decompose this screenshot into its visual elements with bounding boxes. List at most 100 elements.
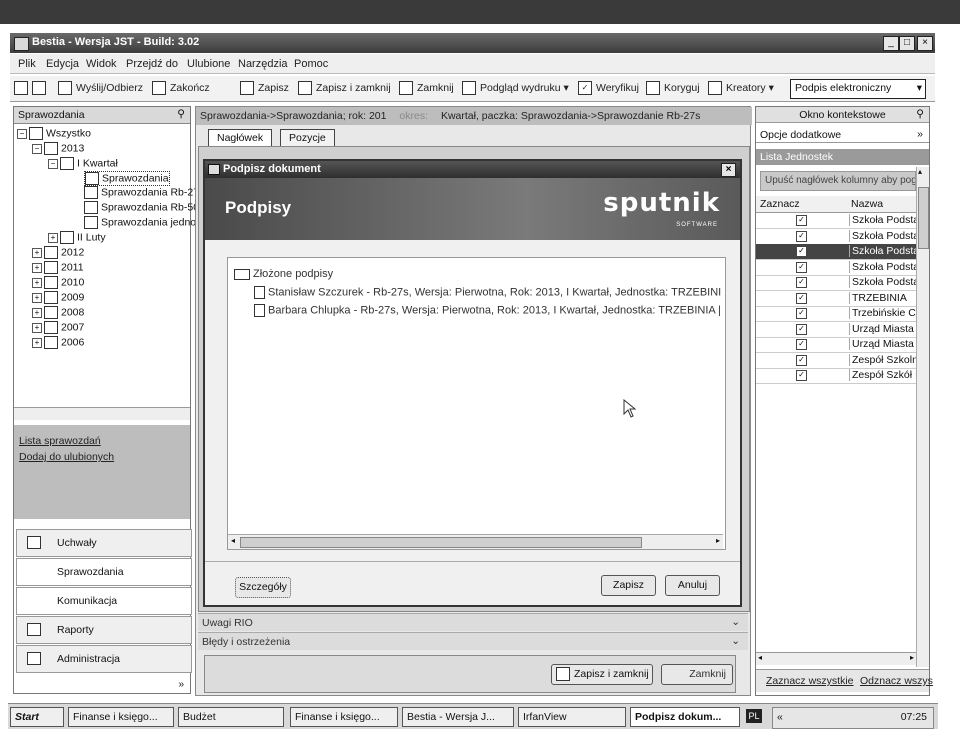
expand-icon[interactable]: + <box>32 337 42 348</box>
unit-row[interactable]: ✓ Zespół Szkół I <box>756 368 916 384</box>
dialog-titlebar[interactable]: Podpisz dokument × <box>205 161 740 178</box>
signature-item[interactable]: Barbara Chlupka - Rb-27s, Wersja: Pierwo… <box>254 304 721 317</box>
dialog-save-button[interactable]: Zapisz <box>601 575 656 596</box>
language-indicator[interactable]: PL <box>746 709 762 723</box>
tree-node-q1[interactable]: − I Kwartał <box>48 157 118 170</box>
menu-view[interactable]: Widok <box>86 58 117 70</box>
scroll-thumb[interactable] <box>918 187 929 249</box>
task-bestia[interactable]: Bestia - Wersja J... <box>402 707 514 727</box>
verify-button[interactable]: ✓ Weryfikuj <box>578 81 639 95</box>
e-signature-dropdown[interactable]: Podpis elektroniczny ▾ <box>790 79 926 99</box>
tree-node-year[interactable]: +2011 <box>32 261 84 274</box>
col-check[interactable]: Zaznacz <box>760 198 800 210</box>
scroll-thumb[interactable] <box>240 537 642 548</box>
expand-icon[interactable]: + <box>48 232 58 243</box>
expand-icon[interactable]: + <box>32 247 42 258</box>
select-all-link[interactable]: Zaznacz wszystkie <box>766 675 854 687</box>
unit-checkbox[interactable]: ✓ <box>796 292 807 304</box>
tray-icons[interactable]: « <box>777 711 785 723</box>
scroll-right-icon[interactable]: ▸ <box>713 536 723 547</box>
task-irfanview[interactable]: IrfanView <box>518 707 626 727</box>
tree-view-icon[interactable] <box>14 81 28 95</box>
tree-node-year[interactable]: +2012 <box>32 246 84 259</box>
minimize-icon[interactable]: _ <box>883 36 899 51</box>
tree-node-rb27[interactable]: Sprawozdania Rb-27 <box>84 186 199 199</box>
task-sign-document[interactable]: Podpisz dokum... <box>630 707 740 727</box>
tree-node-root[interactable]: − Wszystko <box>17 127 91 140</box>
expand-icon[interactable]: + <box>32 277 42 288</box>
dialog-cancel-button[interactable]: Anuluj <box>665 575 720 596</box>
window-titlebar[interactable]: Bestia - Wersja JST - Build: 3.02 _ □ × <box>10 33 935 53</box>
tree-node-jedno[interactable]: Sprawozdania jedno <box>84 216 196 229</box>
save-close-button[interactable]: Zapisz i zamknij <box>298 81 391 95</box>
tab-items[interactable]: Pozycje <box>280 129 335 146</box>
unit-row[interactable]: ✓ Szkoła Podsta <box>756 213 916 229</box>
task-finanse-1[interactable]: Finanse i księgo... <box>68 707 174 727</box>
dialog-close-icon[interactable]: × <box>721 163 736 177</box>
pin-icon[interactable]: ⚲ <box>916 108 924 120</box>
unit-row[interactable]: ✓ Urząd Miasta <box>756 322 916 338</box>
expand-icon[interactable]: + <box>32 292 42 303</box>
menu-tools[interactable]: Narzędzia <box>238 58 288 70</box>
close-button[interactable]: Zamknij <box>399 81 454 95</box>
deselect-all-link[interactable]: Odznacz wszys <box>860 675 933 687</box>
collapse-icon[interactable]: − <box>17 128 27 139</box>
signatures-list[interactable]: Złożone podpisy Stanisław Szczurek - Rb-… <box>227 257 726 550</box>
task-finanse-2[interactable]: Finanse i księgo... <box>290 707 398 727</box>
unit-checkbox[interactable]: ✓ <box>796 215 807 226</box>
scroll-up-icon[interactable]: ▴ <box>918 167 922 176</box>
unit-checkbox[interactable]: ✓ <box>796 323 807 335</box>
maximize-icon[interactable]: □ <box>899 36 915 51</box>
menu-goto[interactable]: Przejdź do <box>126 58 178 70</box>
close-icon[interactable]: × <box>917 36 933 51</box>
unit-checkbox[interactable]: ✓ <box>796 261 807 273</box>
signatures-group[interactable]: Złożone podpisy <box>234 268 333 280</box>
expand-icon[interactable]: + <box>32 262 42 273</box>
collapse-icon[interactable]: − <box>48 158 58 169</box>
tree-node-2013[interactable]: −2013 <box>32 142 84 155</box>
task-budzet[interactable]: Budżet <box>178 707 284 727</box>
signature-item[interactable]: Stanisław Szczurek - Rb-27s, Wersja: Pie… <box>254 286 721 299</box>
nav-reports[interactable]: Sprawozdania <box>16 558 192 586</box>
tree-node-year[interactable]: +2007 <box>32 321 84 334</box>
tree-node-year[interactable]: +2009 <box>32 291 84 304</box>
start-button[interactable]: Start <box>10 707 64 727</box>
tab-header[interactable]: Nagłówek <box>208 129 273 146</box>
unit-row[interactable]: ✓ Szkoła Podsta <box>756 260 916 276</box>
expand-icon[interactable]: + <box>32 322 42 333</box>
finish-button[interactable]: Zakończ <box>152 81 210 95</box>
unit-checkbox[interactable]: ✓ <box>796 246 807 257</box>
save-button[interactable]: Zapisz <box>240 81 289 95</box>
details-button[interactable]: Szczegóły <box>235 577 291 598</box>
tree-node-year[interactable]: +2010 <box>32 276 84 289</box>
tree-node-rb50[interactable]: Sprawozdania Rb-50 <box>84 201 199 214</box>
pin-icon[interactable]: ⚲ <box>177 108 185 120</box>
nav-admin[interactable]: Administracja <box>16 645 192 673</box>
menu-favorites[interactable]: Ulubione <box>187 58 230 70</box>
unit-row[interactable]: ✓ Trzebińskie C <box>756 306 916 322</box>
add-favorites-link[interactable]: Dodaj do ulubionych <box>19 451 114 463</box>
unit-row[interactable]: ✓ Szkoła Podsta <box>756 244 916 260</box>
nav-communication[interactable]: Komunikacja <box>16 587 192 615</box>
print-preview-button[interactable]: Podgląd wydruku ▾ <box>462 81 569 95</box>
unit-checkbox[interactable]: ✓ <box>796 308 807 319</box>
tree-node-feb[interactable]: + II Luty <box>48 231 106 244</box>
correct-button[interactable]: Koryguj <box>646 81 700 95</box>
grid-hscrollbar[interactable]: ◂ ▸ <box>756 652 916 665</box>
nav-raports[interactable]: Raporty <box>16 616 192 644</box>
unit-checkbox[interactable]: ✓ <box>796 339 807 350</box>
scroll-left-icon[interactable]: ◂ <box>758 653 762 662</box>
collapse-icon[interactable]: − <box>32 143 42 154</box>
unit-row[interactable]: ✓ Szkoła Podsta <box>756 229 916 245</box>
scroll-left-icon[interactable]: ◂ <box>228 536 238 547</box>
tree-node-year[interactable]: +2008 <box>32 306 84 319</box>
signatures-hscrollbar[interactable]: ◂ ▸ <box>228 534 723 549</box>
unit-checkbox[interactable]: ✓ <box>796 230 807 242</box>
unit-row[interactable]: ✓ Urząd Miasta <box>756 337 916 353</box>
menu-edit[interactable]: Edycja <box>46 58 79 70</box>
grid-vscrollbar[interactable]: ▴ <box>916 167 929 667</box>
wizards-button[interactable]: Kreatory ▾ <box>708 81 774 95</box>
menu-file[interactable]: Plik <box>18 58 36 70</box>
send-receive-button[interactable]: Wyślij/Odbierz <box>58 81 143 95</box>
unit-checkbox[interactable]: ✓ <box>796 277 807 288</box>
